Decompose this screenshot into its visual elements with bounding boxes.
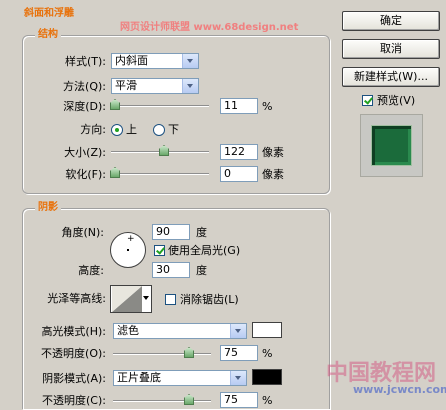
shading-group-title: 阴影 [35,202,61,214]
structure-group-title: 结构 [35,29,61,41]
gloss-contour-picker[interactable] [110,285,152,313]
style-label: 样式(T): [64,55,106,68]
style-select-value: 内斜面 [115,54,148,67]
chevron-down-icon [182,79,198,93]
angle-input[interactable]: 90 [152,224,190,240]
direction-down-label: 下 [168,123,179,136]
size-label: 大小(Z): [64,146,106,159]
gloss-contour-label: 光泽等高线: [47,292,106,305]
chevron-down-icon [182,54,198,68]
shadow-mode-select[interactable]: 正片叠底 [113,370,247,386]
preview-swatch [372,126,411,165]
angle-label: 角度(N): [61,226,104,239]
depth-slider-track[interactable] [111,105,209,107]
ok-button[interactable]: 确定 [342,11,440,31]
shadow-mode-value: 正片叠底 [117,371,161,384]
shadow-mode-label: 阴影模式(A): [42,372,106,385]
highlight-opacity-unit: % [262,347,273,360]
chevron-down-icon [230,371,246,385]
method-select[interactable]: 平滑 [111,78,199,94]
style-select[interactable]: 内斜面 [111,53,199,69]
direction-label: 方向: [80,123,106,136]
size-input[interactable]: 122 [220,144,258,160]
chevron-down-icon [230,324,246,338]
depth-label: 深度(D): [63,100,106,113]
angle-dial[interactable]: + [110,232,146,268]
method-label: 方法(Q): [63,80,106,93]
shadow-opacity-unit: % [262,394,273,407]
direction-up-label: 上 [126,123,137,136]
contour-curve-icon [112,286,142,312]
shadow-opacity-label: 不透明度(C): [42,394,106,407]
preview-label: 预览(V) [377,94,416,107]
method-select-value: 平滑 [115,79,137,92]
depth-unit: % [262,100,273,113]
dial-center-dot [127,249,129,251]
highlight-mode-select[interactable]: 滤色 [113,323,247,339]
altitude-label: 高度: [78,264,104,277]
crosshair-icon: + [127,234,135,244]
soften-slider-track[interactable] [111,173,209,175]
depth-input[interactable]: 11 [220,98,258,114]
direction-down-radio[interactable] [153,124,165,136]
panel-title: 斜面和浮雕 [24,8,74,19]
antialias-label: 消除锯齿(L) [180,293,239,306]
direction-up-radio[interactable] [111,124,123,136]
soften-label: 软化(F): [65,168,106,181]
angle-unit: 度 [196,226,207,239]
altitude-input[interactable]: 30 [152,262,190,278]
new-style-button[interactable]: 新建样式(W)... [342,67,440,87]
preview-thumbnail [360,114,423,177]
highlight-opacity-label: 不透明度(O): [41,347,106,360]
watermark-top: 网页设计师联盟 www.68design.net [120,22,299,33]
shadow-color-swatch[interactable] [252,369,282,385]
altitude-unit: 度 [196,264,207,277]
highlight-mode-value: 滤色 [117,324,139,337]
highlight-opacity-track[interactable] [113,353,211,355]
antialias-checkbox[interactable] [165,294,176,305]
soften-input[interactable]: 0 [220,166,258,182]
cancel-button[interactable]: 取消 [342,39,440,59]
highlight-color-swatch[interactable] [252,322,282,338]
highlight-mode-label: 高光模式(H): [41,325,106,338]
soften-unit: 像素 [262,168,284,181]
global-light-label: 使用全局光(G) [168,244,241,257]
preview-checkbox[interactable] [362,95,373,106]
chevron-down-icon [143,296,149,300]
shadow-opacity-input[interactable]: 75 [220,392,258,408]
watermark-bottom-url: www.jcwcn.com [353,383,446,396]
size-unit: 像素 [262,146,284,159]
highlight-opacity-input[interactable]: 75 [220,345,258,361]
global-light-checkbox[interactable] [154,245,165,256]
shadow-opacity-track[interactable] [113,400,211,402]
